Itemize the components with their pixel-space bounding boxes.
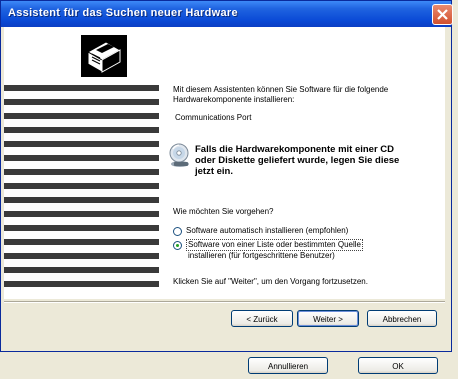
sidebar-stripe [4, 253, 159, 259]
next-button[interactable]: Weiter > [297, 310, 359, 327]
device-name: Communications Port [175, 113, 252, 122]
cancel-button[interactable]: Abbrechen [367, 310, 437, 327]
option-manual-line2: installieren (für fortgeschrittene Benut… [188, 251, 335, 260]
sidebar-stripe [4, 169, 159, 175]
sidebar-stripe [4, 113, 159, 119]
wizard-window: Assistent für das Suchen neuer Hardware [0, 0, 453, 352]
sidebar-stripe [4, 99, 159, 105]
close-button[interactable] [432, 4, 453, 25]
wizard-content: Mit diesem Assistenten können Sie Softwa… [159, 27, 445, 299]
ok-button[interactable]: OK [358, 357, 438, 374]
dialog-separator [4, 301, 445, 303]
sidebar-stripe [4, 211, 159, 217]
option-manual-label[interactable]: Software von einer Liste oder bestimmten… [186, 239, 363, 261]
hardware-wizard-logo [79, 33, 129, 79]
window-title: Assistent für das Suchen neuer Hardware [8, 7, 238, 19]
sidebar-stripe [4, 85, 159, 91]
sidebar-stripe [4, 127, 159, 133]
sidebar-stripe [4, 267, 159, 273]
radio-manual-install[interactable] [173, 241, 182, 250]
hardware-wizard-icon [86, 41, 122, 73]
annullieren-button[interactable]: Annullieren [248, 357, 328, 374]
title-bar[interactable]: Assistent für das Suchen neuer Hardware [1, 1, 453, 27]
cd-icon [169, 143, 189, 167]
question-text: Wie möchten Sie vorgehen? [173, 207, 274, 216]
sidebar-stripe [4, 197, 159, 203]
outer-dialog-footer: Annullieren OK [0, 352, 458, 379]
intro-text: Mit diesem Assistenten können Sie Softwa… [173, 85, 389, 104]
close-icon [437, 9, 448, 20]
sidebar-stripe [4, 225, 159, 231]
continue-hint: Klicken Sie auf "Weiter", um den Vorgang… [173, 277, 368, 286]
radio-auto-install[interactable] [173, 227, 182, 236]
sidebar-stripe [4, 141, 159, 147]
wizard-sidebar [4, 27, 159, 299]
sidebar-stripe [4, 281, 159, 287]
sidebar-stripe [4, 239, 159, 245]
sidebar-stripe [4, 155, 159, 161]
option-auto-label[interactable]: Software automatisch installieren (empfo… [186, 226, 348, 236]
back-button[interactable]: < Zurück [231, 310, 293, 327]
sidebar-stripe [4, 183, 159, 189]
option-manual-line1: Software von einer Liste oder bestimmten… [186, 239, 363, 251]
insert-media-warning: Falls die Hardwarekomponente mit einer C… [195, 144, 400, 177]
